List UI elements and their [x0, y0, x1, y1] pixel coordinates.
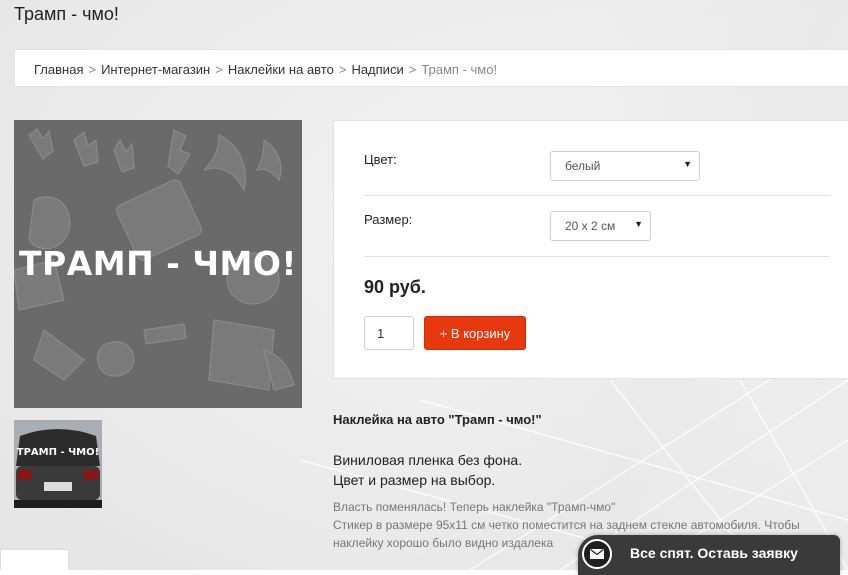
- quantity-input[interactable]: 1: [364, 316, 414, 350]
- product-thumbnail[interactable]: ТРАМП - ЧМО!: [14, 420, 102, 508]
- envelope-glyph: [590, 549, 604, 559]
- color-select-value: белый: [565, 159, 601, 173]
- size-select-value: 20 x 2 см: [565, 219, 616, 233]
- product-main-image[interactable]: ТРАМП - ЧМО!: [14, 120, 302, 408]
- callback-request-button[interactable]: Все спят. Оставь заявку: [578, 535, 840, 575]
- bottom-tab[interactable]: [0, 549, 69, 570]
- page-title: Трамп - чмо!: [14, 4, 119, 24]
- sticker-text: ТРАМП - ЧМО!: [19, 244, 297, 283]
- car-rear-graphic: [14, 420, 102, 508]
- breadcrumb-separator: >: [215, 62, 223, 77]
- thumbnail-sticker-text: ТРАМП - ЧМО!: [16, 447, 100, 458]
- product-price: 90 руб.: [364, 277, 426, 297]
- color-select[interactable]: белый ▼: [550, 151, 700, 181]
- product-options-panel: Цвет: белый ▼ Размер: 20 x 2 см ▼ 90 руб…: [333, 120, 848, 379]
- color-label: Цвет:: [364, 152, 397, 167]
- breadcrumb-shop[interactable]: Интернет-магазин: [101, 62, 210, 77]
- description-text: наклейку хорошо было видно издалека: [333, 536, 554, 550]
- breadcrumb-current: Трамп - чмо!: [421, 62, 498, 77]
- options-divider: [364, 195, 830, 196]
- size-label: Размер:: [364, 212, 413, 227]
- dropdown-arrow-icon: ▼: [683, 159, 692, 169]
- dropdown-arrow-icon: ▼: [634, 219, 643, 229]
- breadcrumb-separator: >: [338, 62, 347, 77]
- breadcrumb: Главная > Интернет-магазин > Наклейки на авт…: [14, 49, 848, 87]
- breadcrumb-inscriptions[interactable]: Надписи: [351, 62, 403, 77]
- envelope-icon: [582, 539, 612, 569]
- description-text: Власть поменялась! Теперь наклейка "Трам…: [333, 500, 616, 514]
- breadcrumb-car-stickers[interactable]: Наклейки на авто: [228, 62, 334, 77]
- breadcrumb-separator: >: [408, 62, 417, 77]
- breadcrumb-home[interactable]: Главная: [34, 62, 83, 77]
- description-line: Цвет и размер на выбор.: [333, 472, 496, 488]
- breadcrumb-separator: >: [88, 62, 97, 77]
- description-line: Виниловая пленка без фона.: [333, 452, 523, 468]
- description-title: Наклейка на авто "Трамп - чмо!": [333, 412, 542, 427]
- size-select[interactable]: 20 x 2 см ▼: [550, 211, 651, 241]
- callback-label: Все спят. Оставь заявку: [630, 545, 798, 561]
- description-text: Стикер в размере 95x11 см четко поместит…: [333, 518, 800, 532]
- options-divider: [364, 256, 830, 257]
- add-to-cart-button[interactable]: + В корзину: [424, 316, 526, 350]
